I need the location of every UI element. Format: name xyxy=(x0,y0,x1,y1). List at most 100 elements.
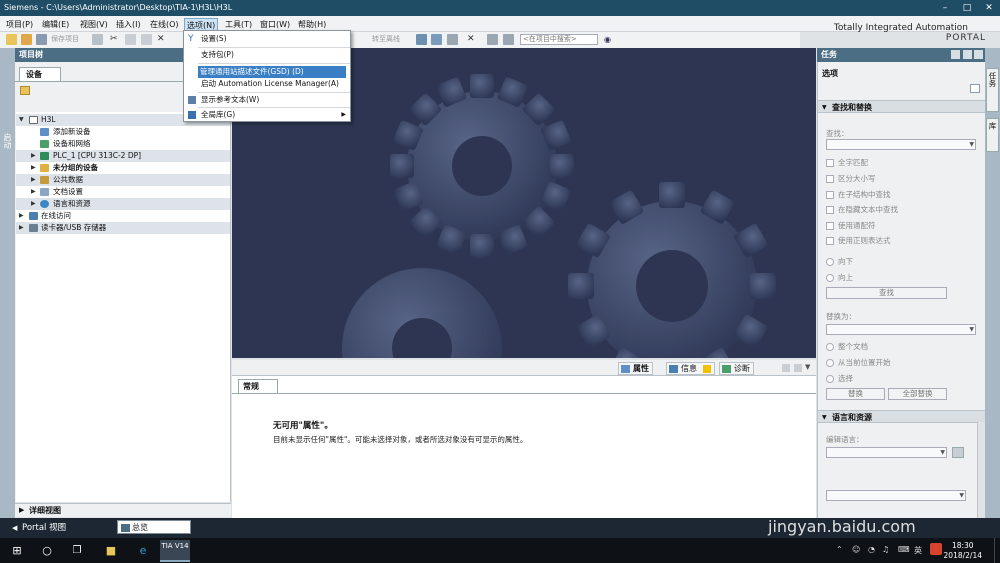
copy-icon[interactable] xyxy=(125,34,136,45)
menu-online[interactable]: 在线(O) xyxy=(148,18,181,31)
menu-item-manage-gsd[interactable]: 管理通用站描述文件(GSD) (D) xyxy=(198,66,346,78)
paste-icon[interactable] xyxy=(141,34,152,45)
tab-info[interactable]: 信息 xyxy=(666,362,715,375)
save-icon[interactable] xyxy=(36,34,47,45)
detail-view-header[interactable]: ▶ 详细视图 xyxy=(15,503,231,517)
replace-all-button[interactable]: 全部替换 xyxy=(888,388,947,400)
cortana-search-icon[interactable]: ○ xyxy=(38,542,56,559)
show-desktop-button[interactable] xyxy=(994,538,1000,563)
start-cpu-icon[interactable] xyxy=(431,34,442,45)
menu-item-reference-text[interactable]: 显示参考文本(W) xyxy=(185,94,350,106)
direction-down-radio[interactable]: 向下 xyxy=(826,256,853,267)
panel-restore-icon[interactable] xyxy=(782,364,790,372)
save-project-button[interactable]: 保存项目 xyxy=(51,34,79,45)
task-card-tasks[interactable]: 任务 xyxy=(986,68,999,112)
tab-properties[interactable]: 属性 xyxy=(618,362,653,375)
search-binoculars-icon[interactable]: ◉ xyxy=(604,34,615,45)
tree-item-plc[interactable]: ▶ PLC_1 [CPU 313C-2 DP] xyxy=(16,150,230,162)
tasks-collapse-icon[interactable] xyxy=(951,50,960,59)
edit-language-combobox[interactable]: ▼ xyxy=(826,447,947,458)
tree-item-online-access[interactable]: ▶ 在线访问 xyxy=(16,210,230,222)
task-view-icon[interactable]: ❐ xyxy=(68,542,86,559)
split-vertical-icon[interactable] xyxy=(503,34,514,45)
tree-item-ungrouped[interactable]: ▶ 未分组的设备 xyxy=(16,162,230,174)
ime-indicator[interactable]: 英 xyxy=(914,545,922,556)
cross-reference-icon[interactable]: ✕ xyxy=(467,34,478,45)
scope-whole-document-radio[interactable]: 整个文档 xyxy=(826,341,868,352)
scope-selection-radio[interactable]: 选择 xyxy=(826,373,853,384)
use-regex-checkbox[interactable]: 使用正则表达式 xyxy=(826,235,891,246)
collapsed-arrow-icon[interactable]: ▶ xyxy=(19,222,24,234)
tray-network-icon[interactable]: ◔ xyxy=(868,545,875,554)
scope-from-current-radio[interactable]: 从当前位置开始 xyxy=(826,357,891,368)
new-folder-icon[interactable] xyxy=(20,86,30,95)
tia-portal-taskbar-button[interactable]: TIA V14 xyxy=(160,540,190,562)
tree-item-languages[interactable]: ▶ 语言和资源 xyxy=(16,198,230,210)
whole-word-checkbox[interactable]: 全字匹配 xyxy=(826,157,868,168)
goto-offline-button[interactable]: 转至离线 xyxy=(372,34,400,45)
tab-general[interactable]: 常规 xyxy=(238,379,278,393)
reference-language-combobox[interactable]: ▼ xyxy=(826,490,966,501)
new-project-icon[interactable] xyxy=(6,34,17,45)
tab-diagnostics[interactable]: 诊断 xyxy=(719,362,754,375)
match-case-checkbox[interactable]: 区分大小写 xyxy=(826,173,876,184)
direction-up-radio[interactable]: 向上 xyxy=(826,272,853,283)
collapsed-arrow-icon[interactable]: ▶ xyxy=(31,186,36,198)
collapsed-arrow-icon[interactable]: ▶ xyxy=(31,198,36,210)
tree-item-add-device[interactable]: 添加新设备 xyxy=(16,126,230,138)
project-search-input[interactable]: <在项目中搜索> xyxy=(520,34,598,45)
expanded-arrow-icon[interactable]: ▼ xyxy=(19,114,24,126)
menu-project[interactable]: 项目(P) xyxy=(4,18,35,31)
taskbar-clock[interactable]: 18:30 2018/2/14 xyxy=(944,541,982,561)
print-icon[interactable] xyxy=(92,34,103,45)
find-replace-section-header[interactable]: ▼ 查找和替换 xyxy=(818,100,986,113)
tab-devices[interactable]: 设备 xyxy=(19,67,61,81)
file-explorer-icon[interactable]: ■ xyxy=(102,542,120,559)
overview-tab[interactable]: 总览 xyxy=(117,520,191,534)
maximize-icon[interactable]: □ xyxy=(956,0,978,16)
language-settings-icon[interactable] xyxy=(952,447,964,458)
menu-item-settings[interactable]: Y 设置(S) xyxy=(185,33,350,45)
replace-button[interactable]: 替换 xyxy=(826,388,885,400)
accessible-devices-icon[interactable] xyxy=(416,34,427,45)
find-in-hidden-text-checkbox[interactable]: 在隐藏文本中查找 xyxy=(826,204,898,215)
options-window-icon[interactable] xyxy=(970,84,980,93)
tree-item-doc-settings[interactable]: ▶ 文档设置 xyxy=(16,186,230,198)
menu-view[interactable]: 视图(V) xyxy=(78,18,110,31)
find-in-substructures-checkbox[interactable]: 在子结构中查找 xyxy=(826,189,891,200)
tasks-pin-icon[interactable] xyxy=(974,50,983,59)
internet-explorer-icon[interactable]: e xyxy=(134,542,152,559)
use-wildcards-checkbox[interactable]: 使用通配符 xyxy=(826,220,876,231)
replace-combobox[interactable]: ▼ xyxy=(826,324,976,335)
collapsed-arrow-icon[interactable]: ▶ xyxy=(19,210,24,222)
menu-item-global-libraries[interactable]: 全局库(G) ▶ xyxy=(185,109,350,121)
tray-volume-icon[interactable]: ♫ xyxy=(882,545,889,554)
tree-item-devices-networks[interactable]: 设备和网络 xyxy=(16,138,230,150)
minimize-icon[interactable]: – xyxy=(934,0,956,16)
find-combobox[interactable]: ▼ xyxy=(826,139,976,150)
collapsed-arrow-icon[interactable]: ▶ xyxy=(31,162,36,174)
split-horizontal-icon[interactable] xyxy=(487,34,498,45)
start-strip-label[interactable]: 启动 xyxy=(2,133,13,149)
delete-icon[interactable]: ✕ xyxy=(157,34,168,45)
tray-expand-icon[interactable]: ⌃ xyxy=(836,545,843,554)
collapsed-arrow-icon[interactable]: ▶ xyxy=(31,150,36,162)
open-project-icon[interactable] xyxy=(21,34,32,45)
cut-icon[interactable]: ✂ xyxy=(110,34,121,45)
portal-view-button[interactable]: ◀ Portal 视图 xyxy=(12,522,66,534)
tray-person-icon[interactable]: ☺ xyxy=(852,545,860,554)
tree-item-card-reader[interactable]: ▶ 读卡器/USB 存储器 xyxy=(16,222,230,234)
menu-insert[interactable]: 插入(I) xyxy=(114,18,143,31)
menu-item-license-manager[interactable]: 启动 Automation License Manager(A) xyxy=(185,78,350,90)
tasks-restore-icon[interactable] xyxy=(963,50,972,59)
collapsed-arrow-icon[interactable]: ▶ xyxy=(31,174,36,186)
tasks-scrollbar[interactable] xyxy=(977,422,985,518)
tray-keyboard-icon[interactable]: ⌨ xyxy=(898,545,910,554)
panel-minimize-icon[interactable] xyxy=(794,364,802,372)
languages-section-header[interactable]: ▼ 语言和资源 xyxy=(818,410,986,423)
stop-cpu-icon[interactable] xyxy=(447,34,458,45)
menu-edit[interactable]: 编辑(E) xyxy=(40,18,71,31)
tree-item-common-data[interactable]: ▶ 公共数据 xyxy=(16,174,230,186)
windows-start-icon[interactable]: ⊞ xyxy=(8,542,26,559)
task-card-libraries[interactable]: 库 xyxy=(986,118,999,152)
